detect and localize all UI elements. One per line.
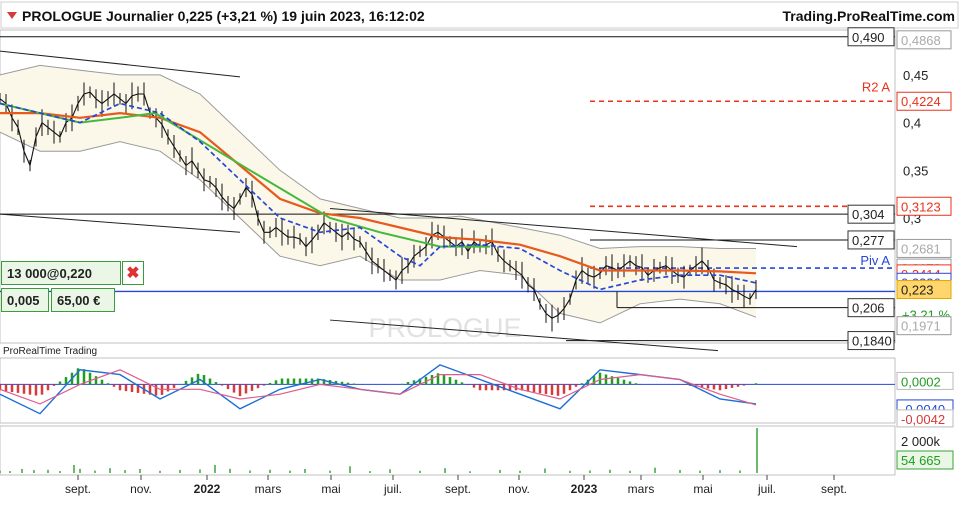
y-tick-label: 0,35 <box>903 163 928 178</box>
macd-value-label: -0,0042 <box>901 412 945 427</box>
volume-panel-frame <box>0 425 896 476</box>
price-label-text: 0,304 <box>852 207 885 222</box>
header-title: PROLOGUE Journalier 0,225 (+3,21 %) 19 j… <box>22 8 425 24</box>
x-tick-label: sept. <box>445 482 471 496</box>
price-label-text: 0,3123 <box>901 199 941 214</box>
price-label-text: 0,1971 <box>901 319 941 334</box>
indicator-label: ProRealTime Trading <box>3 346 97 357</box>
order-amount: 65,00 € <box>51 288 115 312</box>
x-tick-label: sept. <box>65 482 91 496</box>
level-tag: Piv A <box>860 253 890 268</box>
x-tick-label: 2023 <box>571 482 598 496</box>
level-tag: R2 A <box>862 79 891 94</box>
order-quantity-price[interactable]: 13 000@0,220 <box>1 261 121 285</box>
price-label-text: 0,206 <box>852 301 885 316</box>
price-label-text: 0,277 <box>852 233 885 248</box>
price-label-text: 0,1840 <box>852 334 892 349</box>
x-tick-label: nov. <box>130 482 152 496</box>
price-label-text: 0,223 <box>901 283 934 298</box>
y-tick-label: 0,4 <box>903 116 921 131</box>
order-widget[interactable]: 13 000@0,220 ✖ 0,005 65,00 € <box>1 261 145 313</box>
header-site[interactable]: Trading.ProRealTime.com <box>783 8 955 24</box>
x-tick-label: mai <box>321 482 340 496</box>
chart-canvas: PROLOGUE Journalier 0,225 (+3,21 %) 19 j… <box>0 1 959 496</box>
price-label-text: 0,490 <box>852 30 885 45</box>
price-label-text: 0,4868 <box>901 33 941 48</box>
x-tick-label: juil. <box>757 482 776 496</box>
y-tick-label: 0,45 <box>903 68 928 83</box>
x-tick-label: mai <box>693 482 712 496</box>
chart-window: PROLOGUE Journalier 0,225 (+3,21 %) 19 j… <box>0 0 960 500</box>
price-label-text: 0,2681 <box>901 241 941 256</box>
x-tick-label: mars <box>255 482 282 496</box>
x-tick-label: sept. <box>821 482 847 496</box>
volume-value-label: 54 665 <box>901 453 941 468</box>
x-tick-label: 2022 <box>194 482 221 496</box>
x-tick-label: juil. <box>383 482 402 496</box>
order-delta: 0,005 <box>1 288 49 312</box>
watermark: PROLOGUE <box>368 313 521 343</box>
price-label-text: 0,4224 <box>901 94 941 109</box>
volume-tick-label: 2 000k <box>901 434 941 449</box>
x-tick-label: nov. <box>508 482 530 496</box>
close-order-icon[interactable]: ✖ <box>122 261 144 285</box>
x-tick-label: mars <box>628 482 655 496</box>
macd-value-label: 0,0002 <box>901 374 941 389</box>
